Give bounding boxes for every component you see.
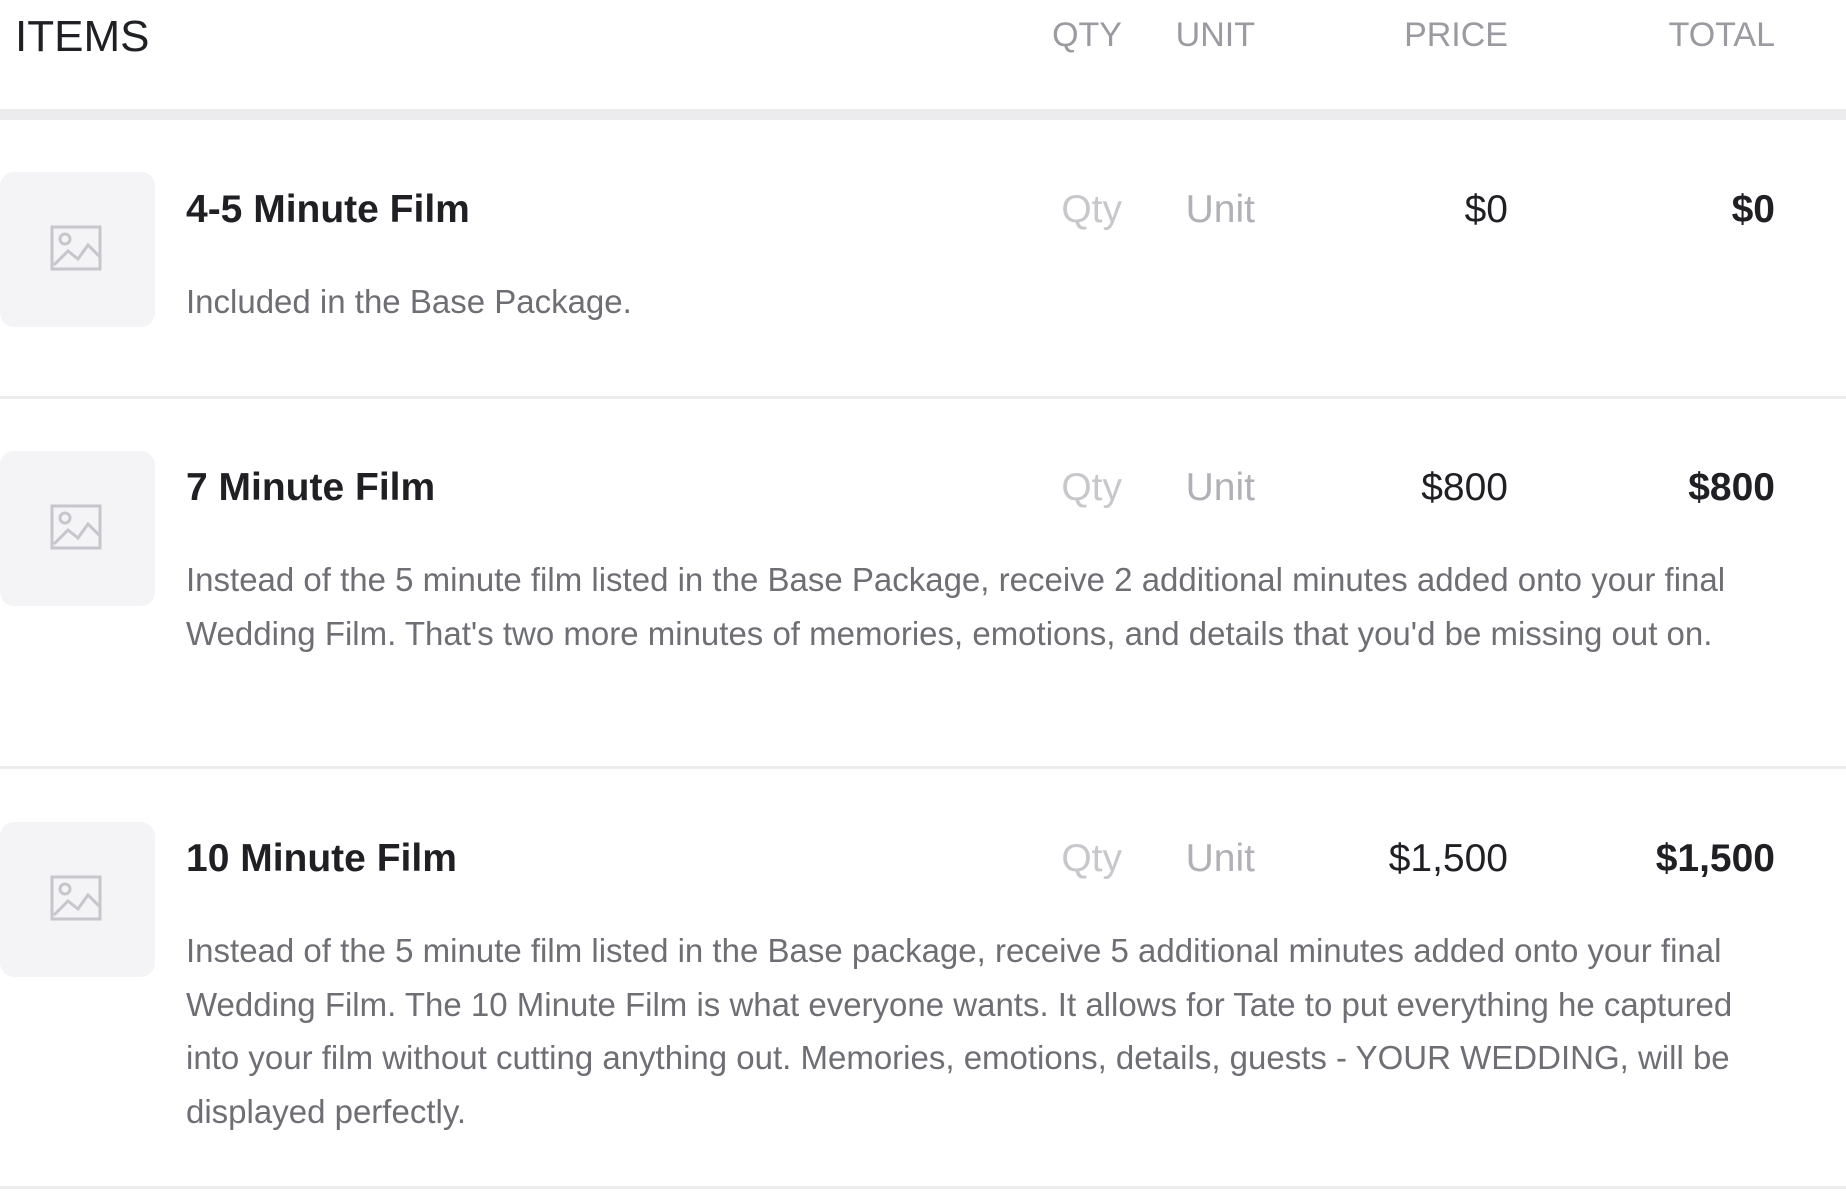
item-description: Instead of the 5 minute film listed in t… — [186, 561, 1726, 652]
item-price: $1,500 — [1388, 837, 1508, 880]
image-placeholder-icon — [50, 875, 102, 921]
item-name: 10 Minute Film — [186, 837, 457, 880]
image-placeholder-icon — [50, 504, 102, 550]
item-unit[interactable]: Unit — [1186, 188, 1255, 232]
unit-column-header: UNIT — [1175, 16, 1255, 54]
price-column-header: PRICE — [1404, 16, 1508, 54]
total-column-header: TOTAL — [1668, 16, 1775, 54]
item-unit[interactable]: Unit — [1186, 837, 1255, 881]
item-image-placeholder[interactable] — [0, 172, 155, 327]
item-qty[interactable]: Qty — [1061, 188, 1122, 232]
item-name: 7 Minute Film — [186, 466, 436, 509]
item-name: 4-5 Minute Film — [186, 188, 470, 231]
item-price: $0 — [1464, 188, 1508, 231]
qty-column-header: QTY — [1052, 16, 1122, 54]
item-description: Instead of the 5 minute film listed in t… — [186, 932, 1733, 1130]
item-total: $1,500 — [1655, 837, 1775, 880]
row-divider — [0, 1186, 1846, 1189]
item-total: $0 — [1731, 188, 1775, 231]
item-total: $800 — [1688, 466, 1775, 509]
items-table-header: ITEMS QTY UNIT PRICE TOTAL — [0, 0, 1846, 110]
line-item-row: 7 Minute Film Qty Unit $800 $800 Instead… — [0, 399, 1846, 769]
image-placeholder-icon — [50, 225, 102, 271]
header-divider — [0, 109, 1846, 120]
item-unit[interactable]: Unit — [1186, 466, 1255, 510]
line-item-row: 10 Minute Film Qty Unit $1,500 $1,500 In… — [0, 769, 1846, 1189]
item-description: Included in the Base Package. — [186, 283, 632, 320]
item-price: $800 — [1421, 466, 1508, 509]
item-qty[interactable]: Qty — [1061, 466, 1122, 510]
item-image-placeholder[interactable] — [0, 822, 155, 977]
line-item-row: 4-5 Minute Film Qty Unit $0 $0 Included … — [0, 120, 1846, 397]
item-image-placeholder[interactable] — [0, 451, 155, 606]
item-qty[interactable]: Qty — [1061, 837, 1122, 881]
items-heading: ITEMS — [15, 12, 150, 61]
